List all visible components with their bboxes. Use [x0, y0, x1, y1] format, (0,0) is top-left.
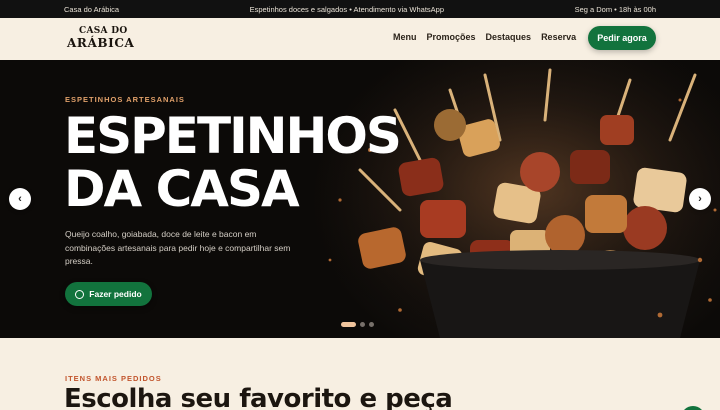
main-nav: Menu Promoções Destaques Reserva [393, 32, 576, 42]
hero-title-line-1: ESPETINHOS [64, 107, 402, 165]
hero-description: Queijo coalho, goiabada, doce de leite e… [65, 229, 291, 266]
carousel-dot-3[interactable] [369, 322, 374, 327]
topbar-tagline: Espetinhos doces e salgados • Atendiment… [249, 4, 445, 14]
section-title: Escolha seu favorito e peça [64, 384, 453, 410]
popular-items-section: ITENS MAIS PEDIDOS Escolha seu favorito … [0, 338, 720, 410]
site-header: CASA DO ARÁBICA Menu Promoções Destaques… [0, 18, 720, 60]
order-now-button[interactable]: Pedir agora [588, 26, 656, 50]
topbar-brand: Casa do Arábica [64, 4, 120, 14]
section-eyebrow: ITENS MAIS PEDIDOS [65, 374, 162, 383]
carousel-dot-1[interactable] [341, 322, 356, 327]
carousel-next-button[interactable]: › [689, 188, 711, 210]
hero-title-line-2: DA CASA [64, 160, 300, 218]
logo-line-1: CASA DO [79, 26, 128, 36]
logo-line-2: ARÁBICA [67, 36, 135, 50]
brand-logo[interactable]: CASA DO ARÁBICA [67, 26, 141, 50]
carousel-indicators [341, 322, 374, 327]
nav-item-reserva[interactable]: Reserva [541, 32, 576, 42]
hero-eyebrow: ESPETINHOS ARTESANAIS [65, 95, 185, 104]
place-order-label: Fazer pedido [89, 289, 142, 299]
nav-item-destaques[interactable]: Destaques [486, 32, 532, 42]
hero-title: ESPETINHOS DA CASA [64, 110, 424, 216]
topbar-hours: Seg a Dom • 18h às 00h [574, 4, 656, 14]
nav-item-promocoes[interactable]: Promoções [427, 32, 476, 42]
place-order-button[interactable]: Fazer pedido [65, 282, 152, 306]
nav-item-menu[interactable]: Menu [393, 32, 417, 42]
top-info-bar: Casa do Arábica Espetinhos doces e salga… [0, 0, 720, 18]
whatsapp-icon [75, 289, 85, 299]
carousel-dot-2[interactable] [360, 322, 365, 327]
carousel-prev-button[interactable]: ‹ [9, 188, 31, 210]
hero-banner: ESPETINHOS ARTESANAIS ESPETINHOS DA CASA… [0, 60, 720, 338]
